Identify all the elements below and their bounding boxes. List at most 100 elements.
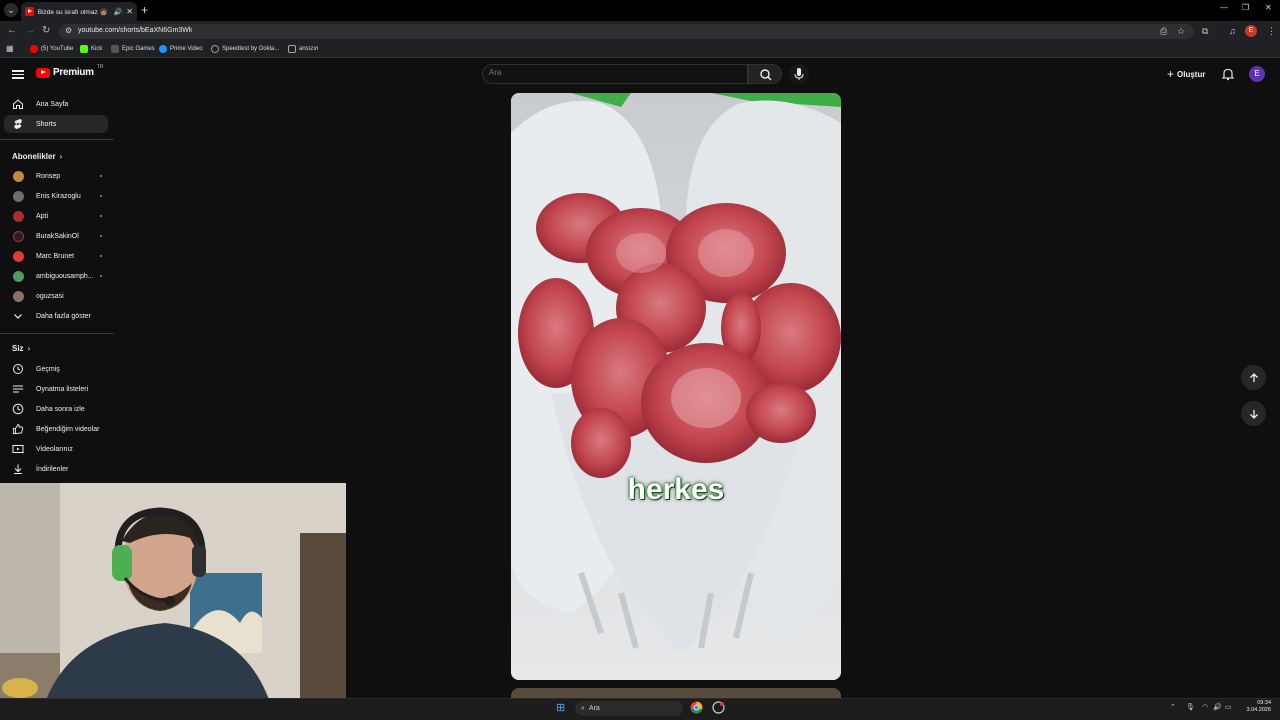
sidebar-item-liked-videos[interactable]: Beğendiğim videolar (4, 420, 108, 438)
browser-menu-icon[interactable]: ⋮ (1267, 26, 1276, 37)
sidebar-item-label: Daha sonra izle (36, 405, 85, 413)
media-controls-icon[interactable]: ♫ (1229, 26, 1236, 36)
bookmark-prime-video[interactable]: Prime Video (159, 45, 203, 53)
epic-games-icon (111, 45, 119, 53)
bookmark-epic-games[interactable]: Epic Games (111, 45, 155, 53)
forward-button[interactable]: → (25, 25, 35, 37)
plus-icon: + (1167, 67, 1175, 81)
kick-icon (80, 45, 88, 53)
arrow-down-icon (1249, 409, 1258, 419)
menu-hamburger-icon[interactable] (12, 68, 24, 80)
tab-title: Bizde su israfı olmaz 🧑🏽 - Y (37, 8, 110, 16)
voice-search-button[interactable] (789, 64, 809, 84)
sidebar-item-watch-later[interactable]: Daha sonra izle (4, 400, 108, 418)
subscriptions-heading[interactable]: Abonelikler › (12, 152, 62, 161)
next-short-button[interactable] (1241, 401, 1266, 426)
browser-tab-active[interactable]: Bizde su israfı olmaz 🧑🏽 - Y 🔊 ✕ (21, 2, 137, 21)
install-app-icon[interactable]: ⎙ (1160, 26, 1167, 37)
browser-profile-avatar[interactable]: E (1245, 25, 1257, 37)
channel-avatar (12, 290, 24, 302)
taskbar-clock[interactable]: 09:34 3.04.2026 (1241, 700, 1271, 714)
playlists-icon (12, 383, 24, 395)
sidebar-subscription-enis-kirazoglu[interactable]: Enis Kirazoglu (4, 187, 108, 205)
search-icon: ⌕ (581, 704, 585, 712)
close-window-icon[interactable]: ✕ (1265, 3, 1272, 12)
volume-icon[interactable]: 🔊 (1213, 703, 1222, 711)
sidebar-item-playlists[interactable]: Oynatma listeleri (4, 380, 108, 398)
sidebar-subscription-ambiguousamph[interactable]: ambiguousamph... (4, 267, 108, 285)
sidebar-item-your-videos[interactable]: Videolarınız (4, 440, 108, 458)
network-icon[interactable]: ◠ (1202, 703, 1208, 711)
back-button[interactable]: ← (7, 25, 17, 37)
folder-icon (288, 45, 296, 53)
you-heading[interactable]: Siz › (12, 344, 30, 353)
next-short-preview[interactable] (511, 688, 841, 698)
new-content-dot (100, 175, 102, 177)
apps-grid-icon[interactable]: ▦ (6, 44, 14, 53)
restore-window-icon[interactable]: ❐ (1242, 3, 1249, 12)
chrome-taskbar-icon[interactable] (690, 701, 703, 716)
sidebar-subscription-oguzsasi[interactable]: oguzsasi (4, 287, 108, 305)
sidebar-item-label: Apti (36, 212, 49, 220)
tab-search-button[interactable]: ⌄ (4, 3, 18, 17)
windows-start-icon[interactable]: ⊞ (556, 701, 565, 714)
create-button[interactable]: + Oluştur (1167, 67, 1205, 81)
notifications-bell-icon[interactable] (1221, 67, 1235, 81)
sidebar-item-home[interactable]: Ana Sayfa (4, 95, 108, 113)
bookmark-folder-ansizin[interactable]: ansızın (288, 45, 318, 53)
bookmark-label: ansızın (299, 46, 319, 52)
browser-tab-strip: ⌄ Bizde su israfı olmaz 🧑🏽 - Y 🔊 ✕ + — ❐… (0, 0, 1280, 21)
channel-avatar (12, 270, 24, 282)
shorts-video-player[interactable]: herkes (511, 93, 841, 680)
reload-button[interactable]: ↻ (42, 25, 50, 37)
sidebar-subscription-marc-brunet[interactable]: Marc Brunet (4, 247, 108, 265)
subscriptions-title: Abonelikler (12, 152, 56, 161)
arrow-up-icon (1249, 372, 1258, 382)
bookmark-kick[interactable]: Kick (80, 45, 102, 53)
search-button[interactable] (748, 64, 782, 84)
prime-video-icon (159, 45, 167, 53)
youtube-premium-logo[interactable]: Premium TR (36, 64, 103, 78)
tab-audio-icon[interactable]: 🔊 (114, 8, 123, 16)
liked-videos-icon (12, 423, 24, 435)
tray-overflow-icon[interactable]: ⌃ (1170, 703, 1176, 711)
channel-avatar (12, 170, 24, 182)
bookmark-speedtest[interactable]: Speedtest by Ookla... (211, 45, 279, 53)
shorts-icon (12, 118, 24, 130)
channel-avatar (12, 250, 24, 262)
address-bar[interactable] (59, 24, 1194, 39)
new-tab-button[interactable]: + (141, 3, 148, 17)
minimize-window-icon[interactable]: — (1220, 3, 1228, 12)
bookmark-label: Kick (91, 46, 103, 52)
battery-icon[interactable]: ▭ (1225, 703, 1232, 711)
taskbar-search[interactable]: ⌕ Ara (575, 701, 683, 716)
account-avatar[interactable]: E (1249, 66, 1265, 82)
sidebar-subscription-ronsep[interactable]: Ronsep (4, 167, 108, 185)
extensions-icon[interactable]: ⧉ (1202, 26, 1208, 37)
sidebar-item-shorts[interactable]: Shorts (4, 115, 108, 133)
sidebar-divider (0, 333, 114, 334)
sidebar-item-label: BurakSakinOl (36, 232, 79, 240)
microphone-tray-icon[interactable]: 🎙 (1186, 703, 1195, 711)
app-taskbar-icon[interactable] (712, 701, 725, 716)
previous-short-button[interactable] (1241, 365, 1266, 390)
speedtest-icon (211, 45, 219, 53)
sidebar-item-downloads[interactable]: İndirilenler (4, 460, 108, 478)
create-label: Oluştur (1177, 69, 1206, 79)
site-info-icon[interactable]: ⚙ (65, 26, 72, 35)
bookmark-star-icon[interactable]: ☆ (1177, 26, 1185, 37)
tab-close-icon[interactable]: ✕ (126, 7, 133, 16)
channel-avatar (12, 230, 24, 242)
sidebar-item-label: Geçmiş (36, 365, 60, 373)
youtube-icon (30, 45, 38, 53)
show-more-button[interactable]: Daha fazla göster (4, 307, 108, 325)
sidebar-subscription-apti[interactable]: Apti (4, 207, 108, 225)
new-content-dot (100, 215, 102, 217)
channel-avatar (12, 190, 24, 202)
sidebar-item-label: Daha fazla göster (36, 312, 91, 320)
sidebar-item-history[interactable]: Geçmiş (4, 360, 108, 378)
bookmark-youtube[interactable]: (5) YouTube (30, 45, 73, 53)
sidebar-item-label: Beğendiğim videolar (36, 425, 100, 433)
sidebar-subscription-buraksakinol[interactable]: BurakSakinOl (4, 227, 108, 245)
search-input[interactable] (489, 68, 739, 77)
